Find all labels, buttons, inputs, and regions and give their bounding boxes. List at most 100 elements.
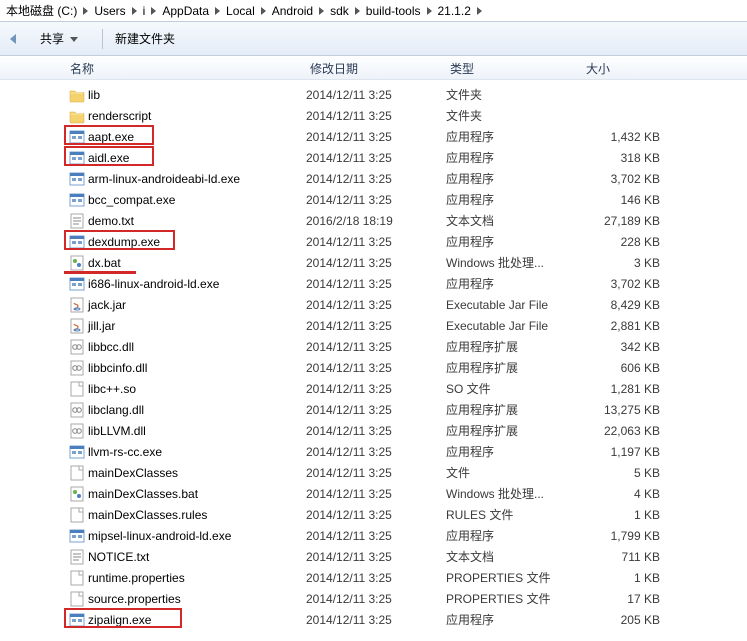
dll-icon [66, 339, 88, 355]
new-folder-button[interactable]: 新建文件夹 [115, 30, 175, 47]
exe-icon [66, 276, 88, 292]
file-date: 2014/12/11 3:25 [306, 235, 446, 249]
bc-item[interactable]: AppData [162, 4, 209, 18]
separator [102, 29, 103, 49]
file-type: PROPERTIES 文件 [446, 590, 582, 607]
file-name: mainDexClasses.bat [88, 487, 306, 501]
file-row[interactable]: zipalign.exe2014/12/11 3:25应用程序205 KB [70, 609, 747, 630]
file-row[interactable]: bcc_compat.exe2014/12/11 3:25应用程序146 KB [70, 189, 747, 210]
file-date: 2014/12/11 3:25 [306, 109, 446, 123]
file-type: 应用程序 [446, 611, 582, 628]
file-date: 2014/12/11 3:25 [306, 487, 446, 501]
file-row[interactable]: runtime.properties2014/12/11 3:25PROPERT… [70, 567, 747, 588]
file-date: 2014/12/11 3:25 [306, 130, 446, 144]
file-date: 2014/12/11 3:25 [306, 319, 446, 333]
folder-icon [66, 87, 88, 103]
file-size: 3,702 KB [582, 172, 670, 186]
back-icon[interactable] [10, 34, 16, 44]
chevron-right-icon [151, 7, 156, 15]
exe-icon [66, 150, 88, 166]
share-button[interactable]: 共享 [40, 30, 78, 47]
file-name: arm-linux-androideabi-ld.exe [88, 172, 306, 186]
file-row[interactable]: source.properties2014/12/11 3:25PROPERTI… [70, 588, 747, 609]
file-name: demo.txt [88, 214, 306, 228]
file-row[interactable]: jill.jar2014/12/11 3:25Executable Jar Fi… [70, 315, 747, 336]
file-name: bcc_compat.exe [88, 193, 306, 207]
file-row[interactable]: libc++.so2014/12/11 3:25SO 文件1,281 KB [70, 378, 747, 399]
bc-item[interactable]: 本地磁盘 (C:) [6, 2, 77, 19]
file-date: 2014/12/11 3:25 [306, 592, 446, 606]
file-row[interactable]: libbcinfo.dll2014/12/11 3:25应用程序扩展606 KB [70, 357, 747, 378]
chevron-right-icon [477, 7, 482, 15]
file-size: 1 KB [582, 571, 670, 585]
file-name: libclang.dll [88, 403, 306, 417]
file-size: 1,281 KB [582, 382, 670, 396]
file-size: 17 KB [582, 592, 670, 606]
file-row[interactable]: i686-linux-android-ld.exe2014/12/11 3:25… [70, 273, 747, 294]
file-row[interactable]: lib2014/12/11 3:25文件夹 [70, 84, 747, 105]
file-row[interactable]: libLLVM.dll2014/12/11 3:25应用程序扩展22,063 K… [70, 420, 747, 441]
bc-item[interactable]: sdk [330, 4, 349, 18]
bc-item[interactable]: Users [94, 4, 125, 18]
file-name: libbcc.dll [88, 340, 306, 354]
col-header-date[interactable]: 修改日期 [310, 60, 450, 77]
file-name: dx.bat [88, 256, 306, 270]
file-row[interactable]: aapt.exe2014/12/11 3:25应用程序1,432 KB [70, 126, 747, 147]
file-size: 1,197 KB [582, 445, 670, 459]
file-date: 2014/12/11 3:25 [306, 277, 446, 291]
file-name: jill.jar [88, 319, 306, 333]
file-type: 应用程序 [446, 128, 582, 145]
bc-item[interactable]: Local [226, 4, 255, 18]
file-type: PROPERTIES 文件 [446, 569, 582, 586]
file-date: 2014/12/11 3:25 [306, 403, 446, 417]
file-type: 应用程序 [446, 170, 582, 187]
file-type: 应用程序扩展 [446, 401, 582, 418]
bc-item[interactable]: Android [272, 4, 313, 18]
file-date: 2014/12/11 3:25 [306, 508, 446, 522]
column-headers: 名称 修改日期 类型 大小 [0, 56, 747, 80]
file-row[interactable]: llvm-rs-cc.exe2014/12/11 3:25应用程序1,197 K… [70, 441, 747, 462]
file-size: 13,275 KB [582, 403, 670, 417]
file-row[interactable]: arm-linux-androideabi-ld.exe2014/12/11 3… [70, 168, 747, 189]
col-header-type[interactable]: 类型 [450, 60, 586, 77]
chevron-right-icon [261, 7, 266, 15]
file-date: 2014/12/11 3:25 [306, 466, 446, 480]
file-row[interactable]: libbcc.dll2014/12/11 3:25应用程序扩展342 KB [70, 336, 747, 357]
file-row[interactable]: dexdump.exe2014/12/11 3:25应用程序228 KB [70, 231, 747, 252]
file-row[interactable]: mainDexClasses2014/12/11 3:25文件5 KB [70, 462, 747, 483]
file-type: 文本文档 [446, 548, 582, 565]
chevron-right-icon [132, 7, 137, 15]
file-name: dexdump.exe [88, 235, 306, 249]
bat-icon [66, 255, 88, 271]
file-size: 3,702 KB [582, 277, 670, 291]
file-type: 文件夹 [446, 86, 582, 103]
file-row[interactable]: demo.txt2016/2/18 18:19文本文档27,189 KB [70, 210, 747, 231]
rules-icon [66, 507, 88, 523]
breadcrumb[interactable]: 本地磁盘 (C:) Users i AppData Local Android … [0, 0, 747, 22]
file-row[interactable]: mainDexClasses.rules2014/12/11 3:25RULES… [70, 504, 747, 525]
bc-item[interactable]: 21.1.2 [438, 4, 471, 18]
file-type: SO 文件 [446, 380, 582, 397]
file-type: 应用程序扩展 [446, 422, 582, 439]
file-row[interactable]: jack.jar2014/12/11 3:25Executable Jar Fi… [70, 294, 747, 315]
file-row[interactable]: NOTICE.txt2014/12/11 3:25文本文档711 KB [70, 546, 747, 567]
file-size: 228 KB [582, 235, 670, 249]
file-name: libbcinfo.dll [88, 361, 306, 375]
bc-item[interactable]: i [143, 4, 146, 18]
folder-icon [66, 108, 88, 124]
file-row[interactable]: mainDexClasses.bat2014/12/11 3:25Windows… [70, 483, 747, 504]
col-header-size[interactable]: 大小 [586, 60, 686, 77]
file-type: 应用程序 [446, 191, 582, 208]
file-row[interactable]: mipsel-linux-android-ld.exe2014/12/11 3:… [70, 525, 747, 546]
file-date: 2014/12/11 3:25 [306, 88, 446, 102]
file-size: 205 KB [582, 613, 670, 627]
file-row[interactable]: dx.bat2014/12/11 3:25Windows 批处理...3 KB [70, 252, 747, 273]
file-name: mipsel-linux-android-ld.exe [88, 529, 306, 543]
file-row[interactable]: aidl.exe2014/12/11 3:25应用程序318 KB [70, 147, 747, 168]
bc-item[interactable]: build-tools [366, 4, 421, 18]
file-name: lib [88, 88, 306, 102]
col-header-name[interactable]: 名称 [70, 60, 310, 77]
file-date: 2014/12/11 3:25 [306, 256, 446, 270]
file-row[interactable]: renderscript2014/12/11 3:25文件夹 [70, 105, 747, 126]
file-row[interactable]: libclang.dll2014/12/11 3:25应用程序扩展13,275 … [70, 399, 747, 420]
